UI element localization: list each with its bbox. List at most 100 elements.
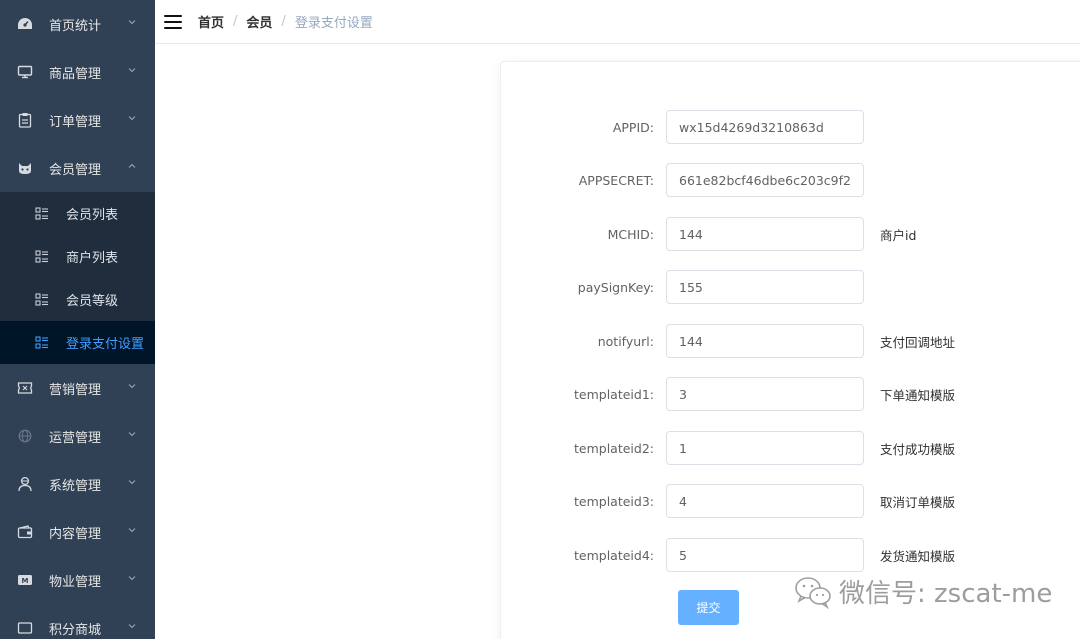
menu-item-operations[interactable]: 运营管理 [0,412,155,460]
chevron-down-icon [128,432,136,437]
form-row-appid: APPID: [501,110,880,144]
chevron-down-icon [128,624,136,629]
mchid-input[interactable] [666,217,864,251]
chevron-down-icon [128,480,136,485]
form-row-paysignkey: paySignKey: [501,270,880,304]
menu-label: 系统管理 [49,478,102,494]
field-hint: 商户id [880,227,917,243]
menu-item-products[interactable]: 商品管理 [0,48,155,96]
menu-label: 物业管理 [49,574,102,590]
field-label: APPSECRET: [578,172,654,188]
menu-label: 会员管理 [49,162,102,178]
wechat-icon [795,576,831,609]
breadcrumb-members[interactable]: 会员 [246,12,272,31]
chevron-down-icon [128,20,136,25]
breadcrumb-current: 登录支付设置 [294,16,373,31]
form-row-templateid1: templateid1: 下单通知模版 [501,377,955,411]
appsecret-input[interactable] [666,163,864,197]
coupon-icon [17,380,33,396]
submenu-label: 登录支付设置 [66,337,145,352]
watermark: 微信号: zscat-me [793,573,1052,610]
menu-item-members[interactable]: 会员管理 [0,144,155,192]
field-hint: 支付成功模版 [880,441,956,457]
form-row-notifyurl: notifyurl: 支付回调地址 [501,324,955,358]
menu-label: 运营管理 [49,430,102,446]
breadcrumb-home[interactable]: 首页 [198,12,224,31]
field-label: templateid4: [574,547,654,563]
monitor-icon [17,64,33,80]
list-icon [35,206,48,220]
form-row-mchid: MCHID: 商户id [501,217,916,251]
field-hint: 取消订单模版 [880,494,956,510]
form-row-templateid4: templateid4: 发货通知模版 [501,538,955,572]
form-row-appsecret: APPSECRET: [501,163,880,197]
submenu-label: 会员等级 [66,294,119,309]
submenu-members: 会员列表 商户列表 会员等级 登录支付设置 [0,192,155,364]
form-row-templateid3: templateid3: 取消订单模版 [501,484,955,518]
submenu-item-member-level[interactable]: 会员等级 [0,278,155,321]
menu-item-content[interactable]: 内容管理 [0,508,155,556]
chevron-down-icon [128,576,136,581]
field-hint: 支付回调地址 [880,334,956,350]
chevron-up-icon [128,163,136,168]
menu-label: 商品管理 [49,66,102,82]
hamburger-menu-icon[interactable] [164,14,182,29]
templateid3-input[interactable] [666,484,864,518]
field-label: notifyurl: [597,333,654,349]
chevron-down-icon [128,528,136,533]
field-label: paySignKey: [577,279,654,295]
menu-label: 积分商城 [49,622,102,638]
sidebar: 首页统计 商品管理 订单管理 会员管理 会员列表 商户列表 会员等级 登录支付设… [0,0,155,639]
svg-text:M: M [22,577,29,585]
submenu-item-merchant-list[interactable]: 商户列表 [0,235,155,278]
wallet-icon [17,524,33,540]
field-label: templateid1: [574,386,654,402]
field-label: templateid3: [574,493,654,509]
submenu-label: 商户列表 [66,251,119,266]
field-label: APPID: [612,119,654,135]
menu-item-orders[interactable]: 订单管理 [0,96,155,144]
breadcrumb-separator: / [233,14,238,29]
cat-face-icon [17,160,33,176]
chevron-down-icon [128,384,136,389]
building-icon: M [17,572,33,588]
menu-item-system[interactable]: 系统管理 [0,460,155,508]
menu-label: 订单管理 [49,114,102,130]
menu-item-points-mall[interactable]: 积分商城 [0,604,155,639]
chevron-down-icon [128,68,136,73]
clipboard-icon [17,112,33,128]
watermark-text: 微信号: zscat-me [839,579,1053,609]
paysignkey-input[interactable] [666,270,864,304]
settings-form-card: APPID: APPSECRET: MCHID: 商户id paySignKey… [500,61,1080,639]
breadcrumb: 首页 / 会员 / 登录支付设置 [198,12,373,31]
templateid1-input[interactable] [666,377,864,411]
submenu-item-login-pay-settings[interactable]: 登录支付设置 [0,321,155,364]
templateid2-input[interactable] [666,431,864,465]
menu-label: 首页统计 [49,18,102,34]
templateid4-input[interactable] [666,538,864,572]
list-icon [35,249,48,263]
list-icon [35,292,48,306]
menu-item-dashboard[interactable]: 首页统计 [0,0,155,48]
submenu-item-member-list[interactable]: 会员列表 [0,192,155,235]
appid-input[interactable] [666,110,864,144]
menu-item-marketing[interactable]: 营销管理 [0,364,155,412]
list-icon [35,335,48,349]
submenu-label: 会员列表 [66,208,119,223]
star-icon [17,620,33,636]
field-hint: 下单通知模版 [880,387,956,403]
field-label: MCHID: [607,226,654,242]
globe-icon [17,428,33,444]
dashboard-icon [17,16,33,32]
breadcrumb-separator: / [281,14,286,29]
main-content: APPID: APPSECRET: MCHID: 商户id paySignKey… [155,45,1080,639]
menu-label: 内容管理 [49,526,102,542]
menu-item-property[interactable]: M 物业管理 [0,556,155,604]
user-admin-icon [17,476,33,492]
field-label: templateid2: [574,440,654,456]
menu-label: 营销管理 [49,382,102,398]
submit-button[interactable]: 提交 [678,590,739,625]
navbar: 首页 / 会员 / 登录支付设置 [155,0,1080,44]
notifyurl-input[interactable] [666,324,864,358]
chevron-down-icon [128,116,136,121]
